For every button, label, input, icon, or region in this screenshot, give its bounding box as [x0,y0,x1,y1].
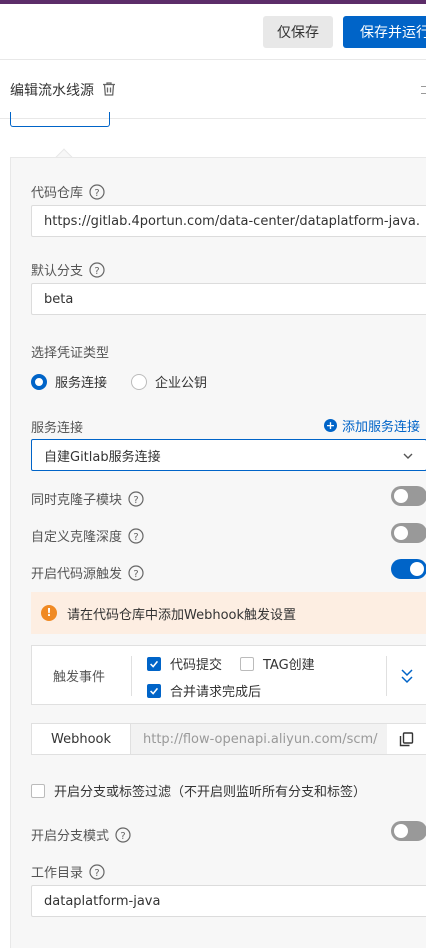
checkbox-empty-icon [31,783,45,798]
save-and-run-button[interactable]: 保存并运行 [343,16,426,48]
add-service-connection-link[interactable]: + 添加服务连接 [324,416,420,435]
svg-text:?: ? [133,532,138,543]
help-icon[interactable]: ? [128,490,144,507]
divider [131,656,132,696]
webhook-url-input[interactable]: http://flow-openapi.aliyun.com/scm/ [131,724,387,754]
source-trigger-label: 开启代码源触发 ? [31,563,144,582]
help-icon[interactable]: ? [89,183,105,200]
panel-title: 编辑流水线源 [10,83,94,99]
branch-label: 默认分支 ? [31,260,105,279]
webhook-label: Webhook [32,724,131,754]
branch-mode-toggle[interactable] [391,821,426,841]
svg-text:?: ? [94,868,99,879]
source-trigger-toggle[interactable] [391,559,426,579]
svg-text:?: ? [94,266,99,277]
branch-filter-checkbox[interactable]: 开启分支或标签过滤（不开启则监听所有分支和标签） [31,781,366,800]
repo-label: 代码仓库 ? [31,182,105,201]
radio-unselected-icon [131,373,147,390]
event-push-checkbox[interactable]: 代码提交 [147,654,222,673]
save-only-button[interactable]: 仅保存 [263,16,333,48]
svg-text:?: ? [133,495,138,506]
toolbar: 仅保存 保存并运行 [0,4,426,60]
divider [386,656,387,696]
copy-icon[interactable] [399,732,414,747]
warning-icon: ! [41,605,57,621]
clone-submodules-label: 同时克隆子模块 ? [31,489,144,508]
work-dir-label: 工作目录 ? [31,862,105,881]
webhook-warning: ! 请在代码仓库中添加Webhook触发设置 [31,592,426,634]
panel-header: 编辑流水线源 [0,61,426,119]
checkbox-checked-icon [147,656,161,671]
clone-depth-label: 自定义克隆深度 ? [31,526,144,545]
clone-submodules-toggle[interactable] [391,486,426,506]
credential-type-label: 选择凭证类型 [31,346,110,361]
event-tag-checkbox[interactable]: TAG创建 [240,654,315,673]
repo-url-input[interactable]: https://gitlab.4portun.com/data-center/d… [31,205,426,237]
chevron-down-icon [403,453,413,459]
trigger-events-box: 触发事件 代码提交 TAG创建 合并请求完成后 [31,645,426,705]
radio-enterprise-key[interactable]: 企业公钥 [131,372,207,391]
clone-depth-toggle[interactable] [391,523,426,543]
source-tab[interactable] [10,112,110,127]
trigger-events-label: 触发事件 [53,670,106,685]
help-icon[interactable]: ? [128,564,144,581]
branch-mode-label: 开启分支模式 ? [31,825,131,844]
branch-input[interactable]: beta [31,283,426,315]
checkbox-empty-icon [240,656,254,671]
work-dir-input[interactable]: dataplatform-java [31,885,426,917]
help-icon[interactable]: ? [128,527,144,544]
help-icon[interactable]: ? [89,261,105,278]
help-icon[interactable]: ? [115,826,131,843]
webhook-field: Webhook http://flow-openapi.aliyun.com/s… [31,723,426,755]
radio-service-connection[interactable]: 服务连接 [31,372,107,391]
trash-icon[interactable] [101,81,117,97]
radio-selected-icon [31,373,47,390]
help-icon[interactable]: ? [89,863,105,880]
service-connection-label: 服务连接 [31,421,84,436]
collapse-icon[interactable] [400,668,414,684]
svg-text:?: ? [94,188,99,199]
svg-text:?: ? [120,831,125,842]
close-icon[interactable] [421,86,426,94]
svg-text:?: ? [133,569,138,580]
checkbox-checked-icon [147,683,161,698]
event-merge-checkbox[interactable]: 合并请求完成后 [147,681,261,700]
plus-circle-icon: + [324,419,337,432]
service-connection-select[interactable]: 自建Gitlab服务连接 [31,439,426,471]
